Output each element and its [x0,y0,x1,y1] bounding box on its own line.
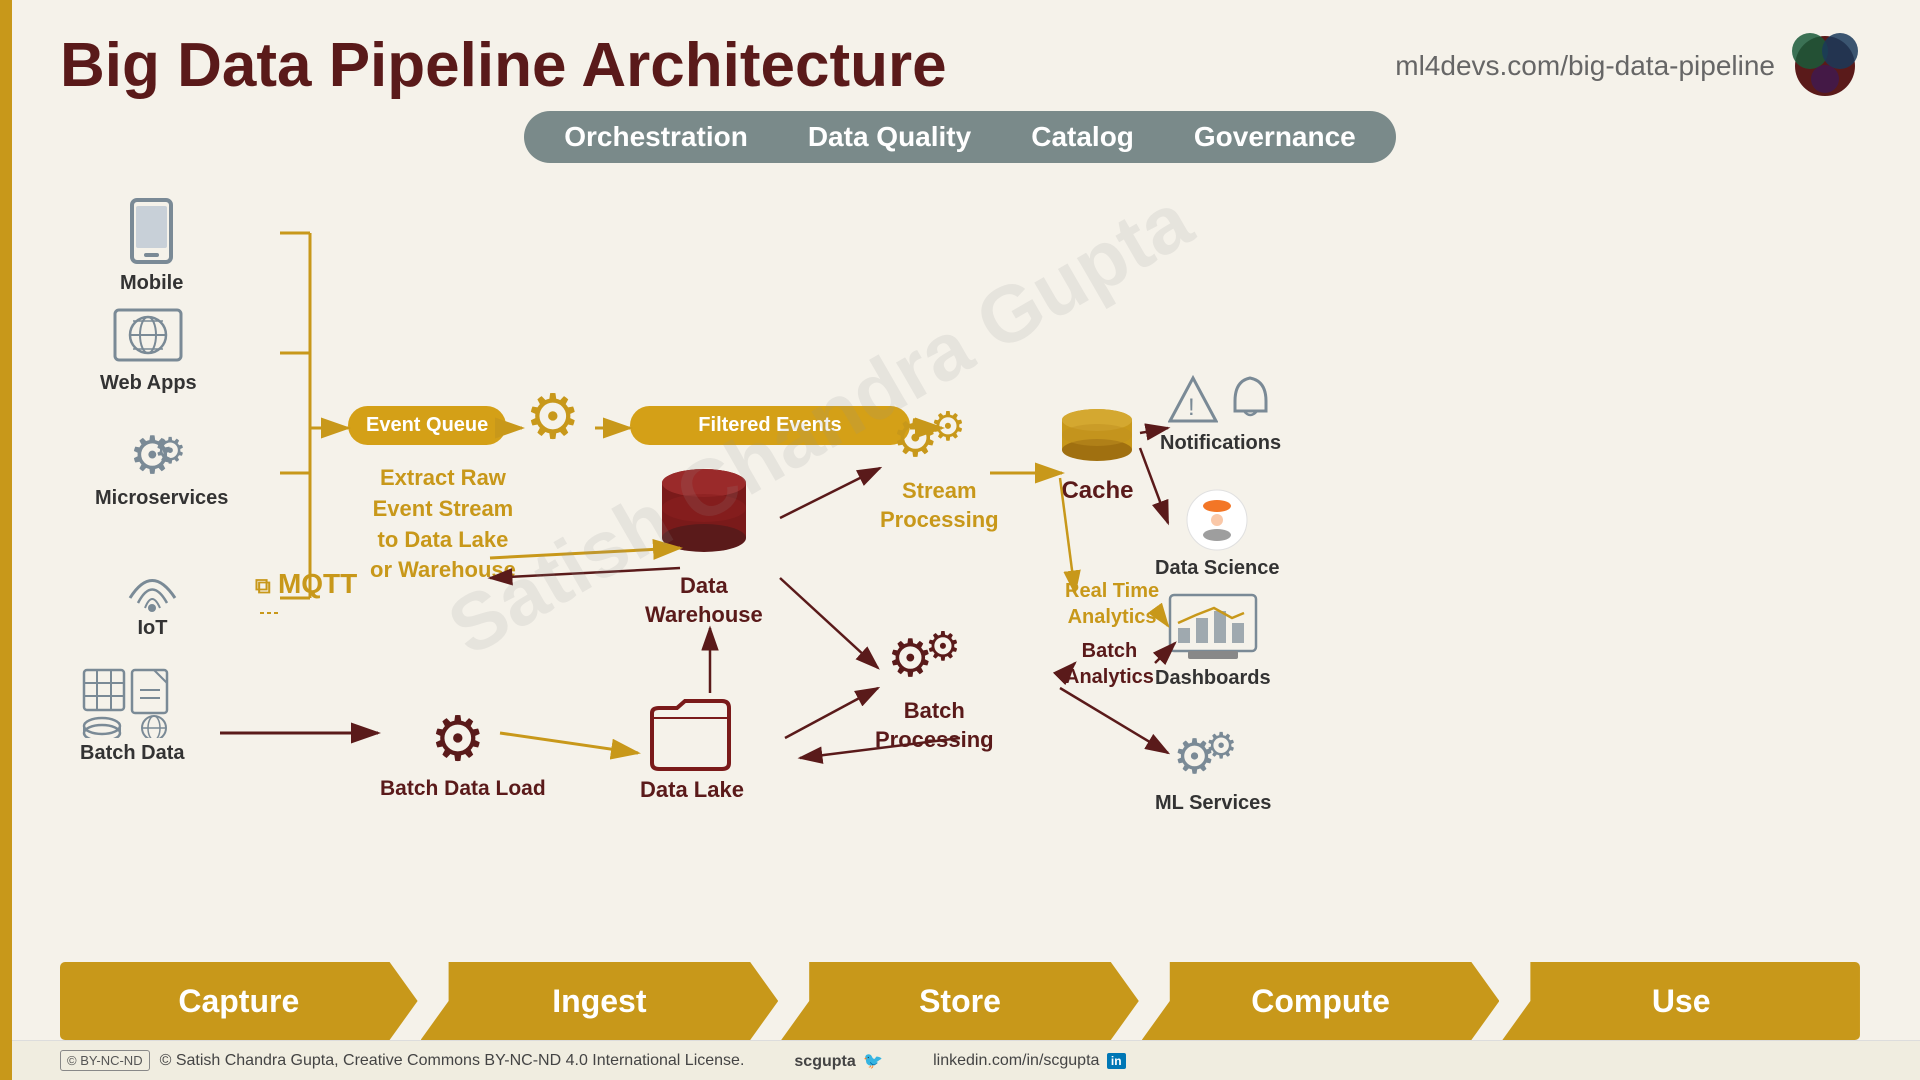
data-lake: Data Lake [640,693,744,803]
svg-text:⚙: ⚙ [930,405,966,449]
brand-logo [1790,31,1860,101]
cc-badge: © BY-NC-ND [60,1050,150,1071]
footer: © BY-NC-ND © Satish Chandra Gupta, Creat… [0,1040,1920,1080]
dashboards: Dashboards [1155,593,1271,690]
ml-services: ⚙ ⚙ ML Services [1155,718,1271,815]
pipeline-ingest: Ingest [421,962,779,1040]
batch-analytics-label: BatchAnalytics [1065,638,1154,690]
mobile-label: Mobile [120,272,183,295]
data-warehouse-label: DataWarehouse [645,572,763,629]
webapps-icon [113,308,183,368]
top-bar: Orchestration Data Quality Catalog Gover… [524,111,1396,163]
left-border-accent [0,0,12,1080]
topbar-orchestration: Orchestration [564,121,748,153]
batch-load-gear-icon: ⚙ [425,698,500,773]
warning-icon: ! [1168,373,1218,428]
batchdata-label: Batch Data [80,742,184,765]
stream-processing-label: StreamProcessing [880,477,999,534]
bell-icon [1228,373,1273,428]
event-queue: Event Queue [348,406,506,445]
source-mobile: Mobile [120,198,183,295]
microservices-icon: ⚙ ⚙ [124,423,199,483]
pipeline-bar: Capture Ingest Store Compute Use [0,962,1920,1040]
notifications: ! Notifications [1160,373,1281,455]
mqtt-wifi-icon: ⧉ [255,573,271,598]
gear-processor-icon: ⚙ [520,376,595,451]
webapps-label: Web Apps [100,372,197,395]
batch-processing: ⚙ ⚙ BatchProcessing [875,618,994,754]
mqtt-logo: ⧉ MQTT [255,568,357,600]
jupyter-icon [1185,488,1250,553]
data-science-label: Data Science [1155,557,1280,580]
stream-processor-gear: ⚙ [520,376,595,456]
svg-text:⚙: ⚙ [925,625,961,669]
source-microservices: ⚙ ⚙ Microservices [95,423,228,510]
notifications-label: Notifications [1160,432,1281,455]
linkedin-link: linkedin.com/in/scgupta in [933,1052,1125,1070]
batch-analytics: BatchAnalytics [1065,638,1154,690]
data-warehouse: DataWarehouse [645,468,763,629]
pipeline-compute: Compute [1142,962,1500,1040]
svg-text:⚙: ⚙ [430,705,486,773]
source-webapps: Web Apps [100,308,197,395]
data-science: Data Science [1155,488,1280,580]
header: Big Data Pipeline Architecture ml4devs.c… [0,0,1920,111]
real-time-analytics: Real TimeAnalytics [1065,578,1159,630]
source-batchdata: Batch Data [80,668,184,765]
diagram-area: Satish Chandra Gupta Mobile Web Apps ⚙ ⚙… [0,178,1920,888]
svg-text:⚙: ⚙ [154,430,186,471]
copyright-text: © Satish Chandra Gupta, Creative Commons… [160,1052,745,1070]
dashboards-icon [1168,593,1258,663]
svg-text:⚙: ⚙ [1205,725,1237,766]
mobile-icon [124,198,179,268]
ml-services-icon: ⚙ ⚙ [1173,718,1253,788]
topbar-catalog: Catalog [1031,121,1134,153]
page-title: Big Data Pipeline Architecture [60,30,947,101]
svg-text:⚙: ⚙ [525,383,581,451]
topbar-governance: Governance [1194,121,1356,153]
topbar-dataquality: Data Quality [808,121,971,153]
batch-data-load: ⚙ Batch Data Load [380,698,546,801]
stream-processing-icon: ⚙ ⚙ [892,398,987,473]
dashboards-label: Dashboards [1155,667,1271,690]
cache: Cache [1060,408,1135,505]
batch-processing-label: BatchProcessing [875,697,994,754]
twitter-icon: 🐦 [863,1053,883,1070]
data-warehouse-icon [659,468,749,568]
ml-services-label: ML Services [1155,792,1271,815]
batch-data-load-label: Batch Data Load [380,777,546,801]
microservices-label: Microservices [95,487,228,510]
url-text: ml4devs.com/big-data-pipeline [1395,50,1775,82]
iot-label: IoT [138,617,168,640]
batchdata-icon [82,668,182,738]
stream-processing: ⚙ ⚙ StreamProcessing [880,398,999,534]
pipeline-store: Store [781,962,1139,1040]
cc-icon: © [67,1053,77,1068]
top-bar-container: Orchestration Data Quality Catalog Gover… [0,111,1920,163]
svg-text:!: ! [1188,394,1195,421]
linkedin-icon: in [1107,1053,1126,1069]
logo-area: ml4devs.com/big-data-pipeline [1395,31,1860,101]
cache-label: Cache [1061,477,1133,505]
batch-processing-icon: ⚙ ⚙ [887,618,982,693]
data-lake-label: Data Lake [640,777,744,803]
real-time-analytics-label: Real TimeAnalytics [1065,578,1159,630]
filtered-events: Filtered Events [630,406,910,445]
twitter-handle: scgupta 🐦 [794,1051,883,1071]
source-iot: IoT [120,558,185,640]
iot-icon [120,558,185,613]
cache-icon [1060,408,1135,473]
extract-text: Extract Raw Event Stream to Data Lake or… [370,463,516,586]
pipeline-capture: Capture [60,962,418,1040]
data-lake-icon [647,693,737,773]
pipeline-use: Use [1502,962,1860,1040]
